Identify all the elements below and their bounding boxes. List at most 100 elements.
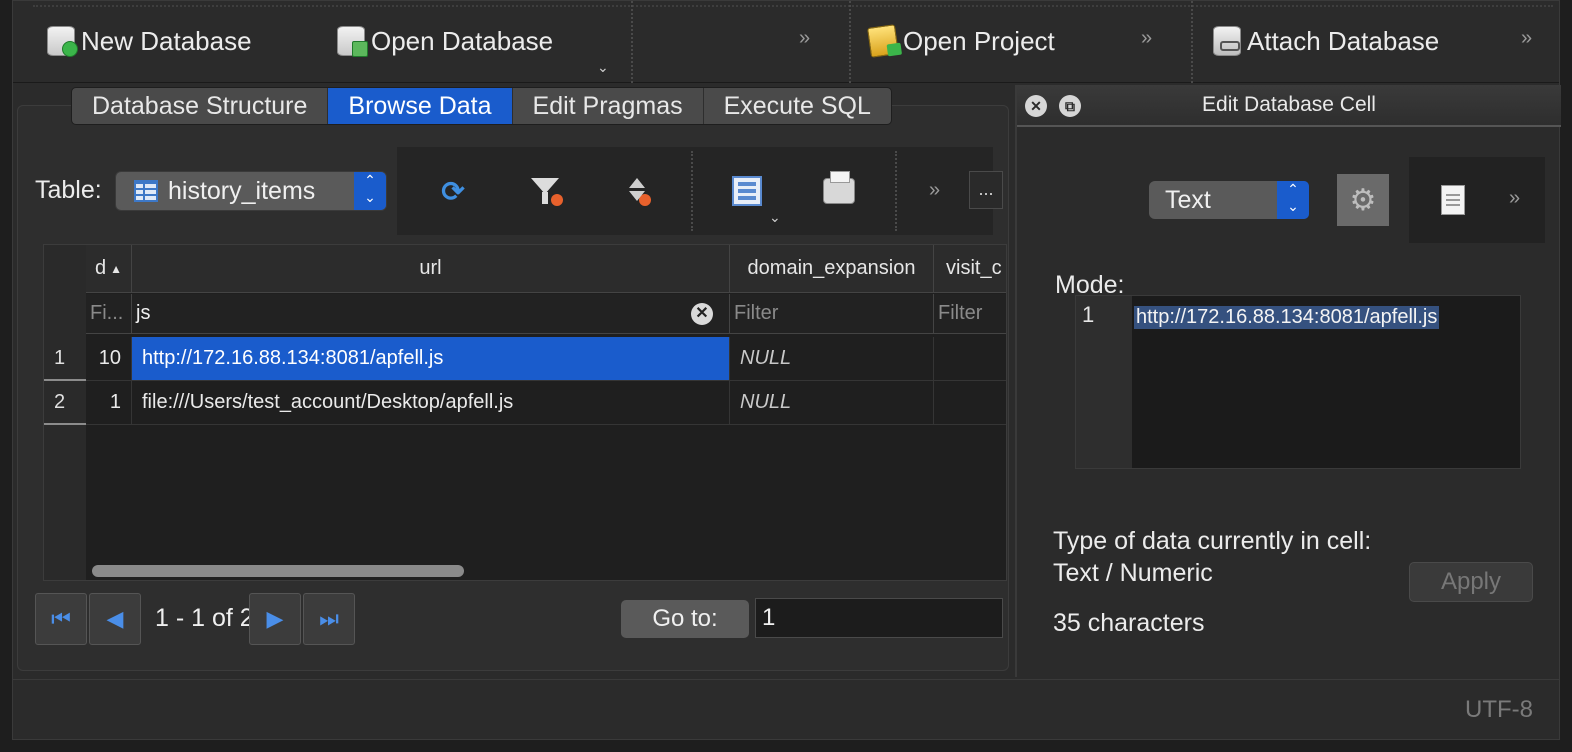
save-table-button[interactable] (727, 173, 767, 209)
status-bar: UTF-8 (13, 679, 1559, 739)
table-cell-visit[interactable] (934, 381, 1006, 425)
save-table-icon (732, 176, 762, 206)
new-database-label: New Database (81, 25, 252, 56)
main-tabs: Database Structure Browse Data Edit Prag… (71, 87, 892, 125)
next-page-button[interactable]: ▶ (249, 593, 301, 645)
row-header[interactable]: 2 (44, 381, 86, 425)
tab-browse-data[interactable]: Browse Data (328, 88, 513, 124)
filter-input-url[interactable]: js ✕ (132, 294, 730, 334)
open-project-label: Open Project (903, 25, 1055, 56)
open-project-icon (867, 24, 899, 58)
mode-value: Text (1165, 185, 1211, 214)
clear-sorting-button[interactable] (617, 173, 657, 209)
filter-input-visit[interactable]: Filter (934, 294, 1006, 334)
open-database-label: Open Database (371, 25, 554, 56)
column-header-d-label: d (94, 257, 107, 279)
main-toolbar: New Database Open Database ⌄ » Open Proj… (13, 1, 1559, 83)
clear-filter-icon[interactable]: ✕ (691, 303, 713, 325)
browse-toolbar: ⟳ ⌄ » (397, 147, 993, 235)
auto-format-button[interactable]: ⚙ (1337, 174, 1389, 226)
new-database-button[interactable]: New Database (47, 21, 252, 61)
apply-button[interactable]: Apply (1409, 562, 1533, 602)
horizontal-scrollbar[interactable] (92, 565, 464, 577)
column-header-d[interactable]: d ▲ (86, 245, 132, 293)
toolbar-overflow-icon[interactable]: » (1521, 27, 1532, 50)
first-page-icon: ⏮ (51, 606, 71, 631)
table-cell-url[interactable]: http://172.16.88.134:8081/apfell.js (132, 337, 730, 381)
cell-toolbar (1409, 157, 1545, 243)
sort-clear-icon (627, 178, 651, 206)
toolbar-separator (691, 151, 693, 231)
refresh-icon[interactable]: ⟳ (433, 173, 473, 209)
pager-label: 1 - 1 of 2 (155, 604, 254, 632)
toolbar-separator (1191, 1, 1193, 83)
table-icon (134, 180, 158, 202)
attach-database-icon (1213, 26, 1241, 56)
save-dropdown-icon[interactable]: ⌄ (769, 209, 781, 226)
toolbar-overflow-icon[interactable]: » (1141, 27, 1152, 50)
table-cell-visit[interactable] (934, 337, 1006, 381)
browse-toolbar-overflow-icon[interactable]: » (929, 179, 940, 202)
table-cell-d[interactable]: 10 (86, 337, 132, 381)
column-header-visit[interactable]: visit_c (934, 245, 1006, 293)
goto-input[interactable]: 1 (755, 598, 1003, 638)
print-button[interactable] (819, 171, 859, 209)
tab-database-structure[interactable]: Database Structure (72, 88, 329, 124)
table-cell-domain-expansion[interactable]: NULL (730, 381, 934, 425)
data-grid: d ▲ url domain_expansion visit_c Fi... j… (43, 244, 1007, 581)
row-header[interactable]: 1 (44, 337, 86, 381)
select-stepper-icon: ⌃ ⌄ (1277, 181, 1309, 219)
previous-page-button[interactable]: ◀ (89, 593, 141, 645)
cell-editor-text[interactable]: http://172.16.88.134:8081/apfell.js (1134, 306, 1440, 329)
table-cell-url[interactable]: file:///Users/test_account/Desktop/apfel… (132, 381, 730, 425)
attach-database-button[interactable]: Attach Database (1213, 21, 1439, 61)
dock-close-icon[interactable]: ✕ (1025, 95, 1047, 117)
filter-url-value: js (136, 302, 151, 324)
toolbar-overflow-icon[interactable]: » (799, 27, 810, 50)
table-cell-domain-expansion[interactable]: NULL (730, 337, 934, 381)
new-database-icon (47, 26, 78, 57)
open-database-button[interactable]: Open Database (337, 21, 553, 61)
tab-edit-pragmas[interactable]: Edit Pragmas (513, 88, 704, 124)
toolbar-separator (895, 151, 897, 231)
encoding-label: UTF-8 (1465, 696, 1533, 723)
dock-float-icon[interactable]: ⧉ (1059, 95, 1081, 117)
more-options-button[interactable]: ... (969, 171, 1003, 209)
previous-page-icon: ◀ (106, 606, 124, 631)
cell-editor[interactable]: 1 http://172.16.88.134:8081/apfell.js (1075, 295, 1521, 469)
mode-select[interactable]: Text ⌃ ⌄ (1149, 181, 1309, 219)
goto-button[interactable]: Go to: (621, 600, 749, 638)
main-window: New Database Open Database ⌄ » Open Proj… (12, 0, 1561, 740)
filter-clear-icon (531, 178, 563, 206)
select-stepper-icon: ⌃ ⌄ (354, 172, 386, 210)
line-number-gutter: 1 (1076, 296, 1132, 468)
open-project-button[interactable]: Open Project (867, 21, 1055, 61)
table-name: history_items (168, 176, 316, 205)
print-icon (823, 171, 855, 204)
clear-filters-button[interactable] (525, 173, 565, 209)
toolbar-separator (849, 1, 851, 83)
attach-database-label: Attach Database (1247, 25, 1440, 56)
sort-ascending-icon: ▲ (110, 261, 122, 276)
last-page-icon: ⏭ (319, 606, 339, 631)
dock-title-bar: ✕ ⧉ Edit Database Cell (1017, 85, 1561, 127)
open-database-dropdown-icon[interactable]: ⌄ (597, 59, 609, 76)
tab-execute-sql[interactable]: Execute SQL (704, 88, 891, 124)
column-header-url[interactable]: url (132, 245, 730, 293)
column-header-domain-expansion[interactable]: domain_expansion (730, 245, 934, 293)
dock-title: Edit Database Cell (1202, 93, 1376, 116)
cell-toolbar-overflow-icon[interactable]: » (1509, 187, 1520, 210)
gear-icon: ⚙ (1349, 183, 1377, 217)
document-icon[interactable] (1441, 185, 1465, 215)
last-page-button[interactable]: ⏭ (303, 593, 355, 645)
table-label: Table: (35, 176, 102, 204)
character-count: 35 characters (1053, 609, 1205, 637)
filter-input-d[interactable]: Fi... (86, 294, 132, 334)
first-page-button[interactable]: ⏮ (35, 593, 87, 645)
toolbar-separator (631, 1, 633, 83)
table-select[interactable]: history_items ⌃ ⌄ (115, 171, 387, 211)
table-cell-d[interactable]: 1 (86, 381, 132, 425)
filter-input-domain-expansion[interactable]: Filter (730, 294, 934, 334)
toolbar-grip (33, 5, 1553, 7)
next-page-icon: ▶ (266, 606, 284, 631)
